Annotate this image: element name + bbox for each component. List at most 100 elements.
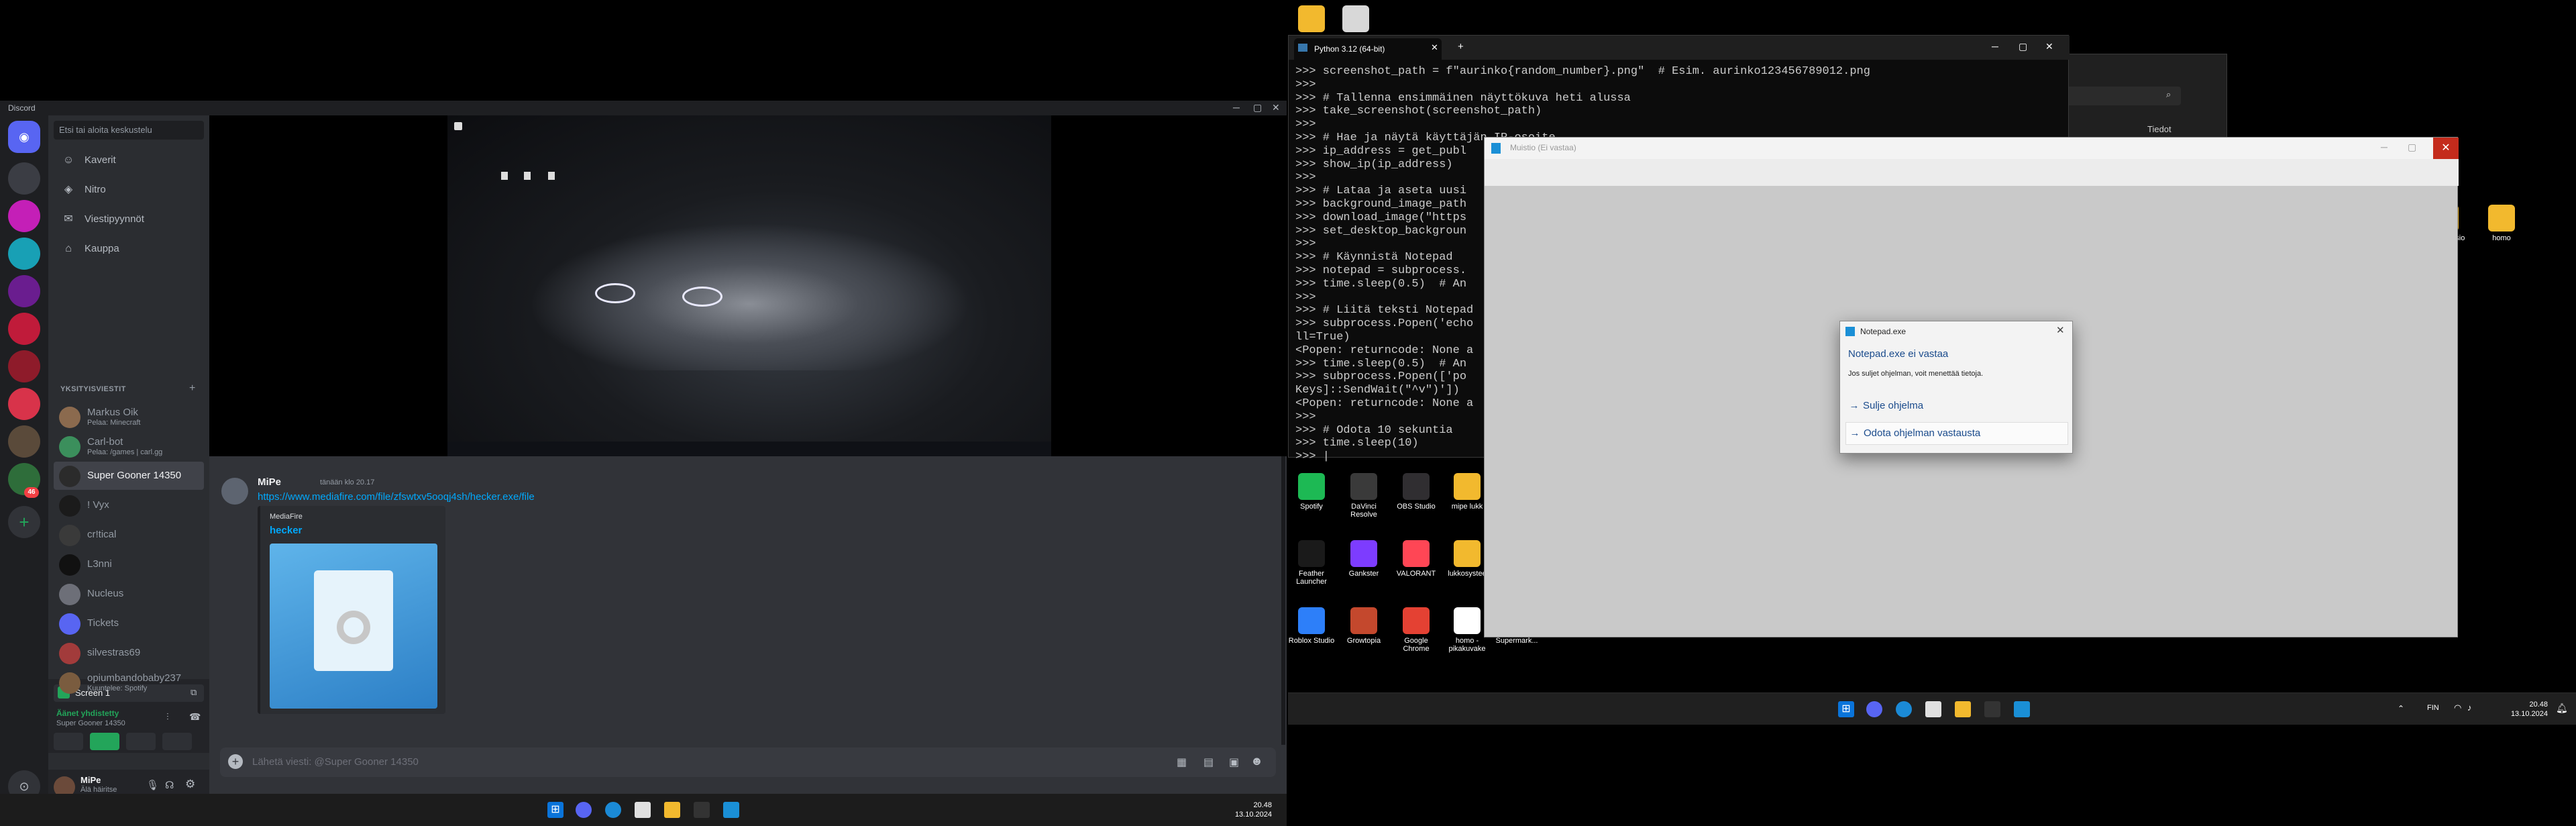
share-screen-button[interactable] bbox=[90, 733, 119, 750]
taskbar-clock[interactable]: 20.48 13.10.2024 bbox=[1221, 801, 1272, 819]
close-tab-icon[interactable]: ✕ bbox=[1431, 42, 1438, 53]
noise-icon[interactable]: ⫶ bbox=[166, 711, 169, 723]
server-icon[interactable] bbox=[8, 275, 40, 307]
message-input[interactable]: + Lähetä viesti: @Super Gooner 14350 ▦ ▤… bbox=[220, 747, 1276, 777]
close-icon[interactable]: ✕ bbox=[2056, 324, 2065, 336]
message-author[interactable]: MiPe bbox=[258, 476, 281, 488]
server-icon[interactable] bbox=[8, 388, 40, 420]
wait-program-button[interactable]: → Odota ohjelman vastausta bbox=[1845, 422, 2068, 445]
desktop-shortcut[interactable]: VALORANT bbox=[1393, 540, 1440, 578]
embed-title[interactable]: hecker bbox=[270, 525, 302, 536]
terminal-icon[interactable] bbox=[694, 802, 710, 818]
desktop-shortcut[interactable]: Google Chrome bbox=[1393, 607, 1440, 653]
new-tab-icon[interactable]: + bbox=[1458, 41, 1464, 52]
desktop-shortcut[interactable]: Roblox Studio bbox=[1288, 607, 1335, 645]
microphone-icon[interactable]: 🎙︎ bbox=[146, 779, 159, 791]
desktop-shortcut[interactable]: homo bbox=[2478, 205, 2525, 242]
desktop-shortcut[interactable]: DaVinci Resolve bbox=[1340, 473, 1387, 519]
app-icon bbox=[1350, 540, 1377, 567]
disconnect-icon[interactable]: ☎ bbox=[189, 711, 201, 723]
shortcut-label: Gankster bbox=[1348, 570, 1379, 578]
add-server-button[interactable]: + bbox=[8, 506, 40, 538]
terminal-icon[interactable] bbox=[1984, 701, 2000, 717]
speaker-icon[interactable]: ♪ bbox=[2467, 703, 2472, 713]
terminal-tab[interactable]: Python 3.12 (64-bit) bbox=[1294, 38, 1442, 60]
desktop-shortcut[interactable]: Gankster bbox=[1340, 540, 1387, 578]
desktop-shortcut[interactable]: OBS Studio bbox=[1393, 473, 1440, 511]
details-button[interactable]: Tiedot bbox=[2147, 124, 2171, 134]
dm-item[interactable]: Markus Oik Pelaa: Minecraft bbox=[54, 403, 204, 431]
discord-icon[interactable] bbox=[1866, 701, 1882, 717]
language-indicator[interactable]: FIN bbox=[2427, 704, 2439, 712]
desktop-shortcut[interactable]: Spotify bbox=[1288, 473, 1335, 511]
home-button[interactable]: ◉ bbox=[8, 121, 40, 153]
desktop-shortcut[interactable]: Feather Launcher bbox=[1288, 540, 1335, 586]
roblox-icon[interactable] bbox=[635, 802, 651, 818]
gif-icon[interactable]: ▤ bbox=[1203, 756, 1214, 769]
close-icon[interactable]: ✕ bbox=[1272, 102, 1280, 113]
message-link[interactable]: https://www.mediafire.com/file/zfswtxv5o… bbox=[258, 491, 535, 503]
edge-icon[interactable] bbox=[605, 802, 621, 818]
stream-viewer[interactable] bbox=[209, 115, 1287, 456]
gift-icon[interactable]: ▦ bbox=[1177, 756, 1187, 769]
discord-icon[interactable] bbox=[576, 802, 592, 818]
embed-image[interactable] bbox=[270, 544, 437, 709]
nav-shop[interactable]: ⌂ Kauppa bbox=[54, 236, 204, 262]
activity-button[interactable] bbox=[126, 733, 156, 750]
dm-item[interactable]: Super Gooner 14350 bbox=[54, 462, 204, 490]
server-icon[interactable] bbox=[8, 425, 40, 458]
scrollbar[interactable] bbox=[1281, 456, 1285, 745]
desktop-shortcut[interactable]: Growtopia bbox=[1340, 607, 1387, 645]
message-timestamp: tänään klo 20.17 bbox=[320, 478, 375, 486]
nav-message-requests[interactable]: ✉ Viestipyynnöt bbox=[54, 207, 204, 232]
minimize-icon[interactable]: ─ bbox=[2381, 142, 2387, 152]
minimize-icon[interactable]: ─ bbox=[1233, 102, 1240, 113]
close-icon[interactable]: ✕ bbox=[2433, 138, 2459, 159]
dm-item[interactable]: L3nni bbox=[54, 550, 204, 578]
start-icon[interactable]: ⊞ bbox=[547, 802, 564, 818]
soundboard-button[interactable] bbox=[162, 733, 192, 750]
headphones-icon[interactable]: ☊ bbox=[165, 779, 174, 791]
dm-item[interactable]: opiumbandobaby237 Kuuntelee: Spotify bbox=[54, 668, 204, 696]
maximize-icon[interactable]: ▢ bbox=[2019, 41, 2027, 52]
close-icon[interactable]: ✕ bbox=[2045, 41, 2053, 52]
dm-item[interactable]: Tickets bbox=[54, 609, 204, 637]
dm-item[interactable]: cr!tical bbox=[54, 521, 204, 549]
maximize-icon[interactable]: ▢ bbox=[2408, 142, 2416, 153]
notepad-icon[interactable] bbox=[723, 802, 739, 818]
server-icon[interactable] bbox=[8, 162, 40, 195]
server-icon[interactable] bbox=[8, 200, 40, 232]
wifi-icon[interactable]: ◠ bbox=[2454, 703, 2461, 713]
search-input[interactable]: Etsi tai aloita keskustelu bbox=[54, 121, 204, 140]
emoji-icon[interactable]: ☻ bbox=[1250, 754, 1263, 768]
add-dm-icon[interactable]: + bbox=[189, 382, 195, 395]
close-program-button[interactable]: → Sulje ohjelma bbox=[1845, 395, 2067, 417]
notepad-icon[interactable] bbox=[2014, 701, 2030, 717]
server-icon[interactable] bbox=[8, 350, 40, 382]
nav-friends[interactable]: ☺ Kaverit bbox=[54, 148, 204, 173]
dm-item[interactable]: Nucleus bbox=[54, 580, 204, 608]
minimize-icon[interactable]: ─ bbox=[1992, 41, 1998, 52]
server-icon[interactable] bbox=[8, 238, 40, 270]
avatar bbox=[59, 613, 80, 635]
dm-item[interactable]: ! Vyx bbox=[54, 491, 204, 519]
start-icon[interactable]: ⊞ bbox=[1838, 701, 1854, 717]
folder-icon[interactable] bbox=[664, 802, 680, 818]
camera-button[interactable] bbox=[54, 733, 83, 750]
dm-item[interactable]: silvestras69 bbox=[54, 639, 204, 667]
edge-icon[interactable] bbox=[1896, 701, 1912, 717]
terminal-line: >>> bbox=[1295, 78, 1316, 91]
bell-icon[interactable]: 🔔︎ bbox=[2556, 703, 2568, 714]
attach-plus-icon[interactable]: + bbox=[228, 754, 243, 769]
taskbar-clock[interactable]: 20.48 13.10.2024 bbox=[2494, 700, 2548, 719]
roblox-icon[interactable] bbox=[1925, 701, 1941, 717]
avatar[interactable] bbox=[221, 478, 248, 505]
nav-nitro[interactable]: ◈ Nitro bbox=[54, 177, 204, 203]
sticker-icon[interactable]: ▣ bbox=[1229, 756, 1239, 769]
gear-icon[interactable]: ⚙ bbox=[185, 778, 195, 791]
server-icon[interactable] bbox=[8, 313, 40, 345]
dm-item[interactable]: Carl-bot Pelaa: /games | carl.gg bbox=[54, 432, 204, 460]
maximize-icon[interactable]: ▢ bbox=[1253, 102, 1262, 113]
chevron-up-icon[interactable]: ⌃ bbox=[2398, 704, 2404, 713]
folder-icon[interactable] bbox=[1955, 701, 1971, 717]
